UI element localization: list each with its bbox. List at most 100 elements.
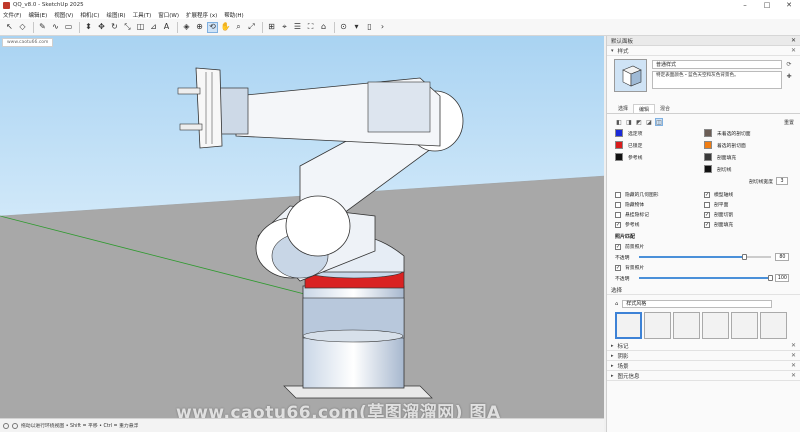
scale-icon[interactable]: ⤡ (122, 22, 133, 33)
zoom-icon[interactable]: ⌕ (233, 22, 244, 33)
background-opacity-slider[interactable] (639, 275, 774, 281)
layers-icon[interactable]: ☰ (292, 22, 303, 33)
zoom-extents-icon[interactable]: ⤢ (246, 22, 257, 33)
style-thumbnail[interactable] (731, 312, 758, 339)
checkbox[interactable]: ✓ (704, 221, 710, 228)
offset-icon[interactable]: ◫ (135, 22, 146, 33)
more-icon[interactable]: › (377, 22, 388, 33)
entity-info-section-header[interactable]: ▸ 图元信息 ✕ (607, 371, 800, 381)
checkbox[interactable] (615, 191, 621, 198)
minimize-icon[interactable]: – (734, 0, 756, 10)
tab-edit[interactable]: 编辑 (633, 104, 656, 113)
geo-location-icon[interactable] (12, 422, 18, 429)
orbit-icon[interactable]: ⊕ (194, 22, 205, 33)
close-icon[interactable]: ✕ (778, 0, 800, 10)
style-name-field[interactable]: 普通样式 (652, 60, 782, 69)
select-arrow-icon[interactable]: ↖ (4, 22, 15, 33)
face-settings-icon[interactable]: ◨ (625, 118, 633, 126)
rotate-icon[interactable]: ↻ (109, 22, 120, 33)
menu-help[interactable]: 帮助(H) (224, 11, 243, 19)
extension-icon[interactable]: ⊙ (338, 22, 349, 33)
close-icon[interactable]: ✕ (791, 352, 796, 359)
checkbox[interactable]: ✓ (704, 211, 710, 218)
style-thumbnail[interactable] (644, 312, 671, 339)
color-locked[interactable]: 已锁定 (615, 141, 704, 149)
foreground-opacity-value[interactable]: 80 (775, 253, 790, 261)
check-hidden-tags[interactable]: 悬挂隐标记 (615, 211, 704, 218)
checkbox[interactable]: ✓ (615, 243, 621, 250)
scenes-section-header[interactable]: ▸ 场景 ✕ (607, 361, 800, 371)
text-icon[interactable]: A (161, 22, 172, 33)
color-swatch[interactable] (615, 129, 623, 137)
color-active-section[interactable]: 着选的剖切面 (704, 141, 793, 149)
style-description-field[interactable]: 特定表面颜色・蓝色天空和灰色背景色。 (652, 71, 782, 89)
reset-button[interactable]: 重置 (784, 119, 794, 126)
pan-icon[interactable]: ✋ (220, 22, 231, 33)
model-viewport[interactable]: www.caotu66.com www.caotu66.com(草图溜溜网) 图… (0, 36, 604, 418)
menu-edit[interactable]: 编辑(E) (28, 11, 47, 19)
shadows-section-header[interactable]: ▸ 阴影 ✕ (607, 351, 800, 361)
color-guides[interactable]: 参考线 (615, 153, 704, 161)
background-opacity-value[interactable]: 100 (775, 274, 790, 282)
modeling-settings-icon[interactable]: ◫ (655, 118, 663, 126)
color-section-cuts[interactable]: 剖切线 (704, 165, 793, 173)
update-style-icon[interactable]: ⟳ (785, 60, 793, 68)
checkbox[interactable] (615, 211, 621, 218)
edge-settings-icon[interactable]: ◧ (615, 118, 623, 126)
color-swatch[interactable] (704, 129, 712, 137)
line-icon[interactable]: ✎ (37, 22, 48, 33)
paint-icon[interactable]: ◈ (181, 22, 192, 33)
background-settings-icon[interactable]: ◩ (635, 118, 643, 126)
styles-section-header[interactable]: ▾ 样式 ✕ (607, 46, 800, 56)
color-inactive-section[interactable]: 未着选的剖切面 (704, 129, 793, 137)
tab-select[interactable]: 选择 (613, 104, 633, 113)
style-thumbnail[interactable] (615, 312, 642, 339)
warehouse-icon[interactable]: ⌂ (318, 22, 329, 33)
color-selected[interactable]: 选定项 (615, 129, 704, 137)
color-swatch[interactable] (704, 141, 712, 149)
eraser-icon[interactable]: ◇ (17, 22, 28, 33)
color-swatch[interactable] (615, 141, 623, 149)
close-icon[interactable]: ✕ (791, 342, 796, 349)
rectangle-icon[interactable]: ▭ (63, 22, 74, 33)
move-icon[interactable]: ✥ (96, 22, 107, 33)
push-pull-icon[interactable]: ⬍ (83, 22, 94, 33)
checkbox[interactable]: ✓ (615, 264, 621, 271)
check-section-cuts[interactable]: ✓ 剖面切割 (704, 211, 793, 218)
watermark-settings-icon[interactable]: ◪ (645, 118, 653, 126)
close-icon[interactable]: ✕ (791, 47, 796, 54)
menu-camera[interactable]: 相机(C) (80, 11, 99, 19)
checkbox[interactable] (615, 201, 621, 208)
tab-mix[interactable]: 混合 (655, 104, 675, 113)
menu-window[interactable]: 窗口(W) (158, 11, 179, 19)
check-model-axes[interactable]: ✓ 模型轴线 (704, 191, 793, 198)
style-thumbnail[interactable] (760, 312, 787, 339)
color-section-fill[interactable]: 剖面填充 (704, 153, 793, 161)
background-photo-row[interactable]: ✓ 背景照片 (615, 264, 800, 271)
x-ray-icon[interactable]: ⌖ (279, 22, 290, 33)
menu-tools[interactable]: 工具(T) (133, 11, 152, 19)
checkbox[interactable]: ✓ (704, 191, 710, 198)
menu-draw[interactable]: 绘图(R) (106, 11, 125, 19)
check-hidden-objects[interactable]: 隐藏物体 (615, 201, 704, 208)
foreground-photo-row[interactable]: ✓ 前景照片 (615, 243, 800, 250)
tape-icon[interactable]: ⊿ (148, 22, 159, 33)
select-section-header[interactable]: 选择 (607, 285, 800, 295)
check-guides[interactable]: ✓ 参考线 (615, 221, 704, 228)
components-icon[interactable]: ⛶ (305, 22, 316, 33)
style-library-dropdown[interactable]: 样式风格 (622, 300, 773, 308)
color-swatch[interactable] (615, 153, 623, 161)
close-icon[interactable]: ✕ (791, 37, 796, 44)
checkbox[interactable] (704, 201, 710, 208)
info-icon[interactable] (3, 422, 9, 429)
menu-file[interactable]: 文件(F) (3, 11, 21, 19)
checkbox[interactable]: ✓ (615, 221, 621, 228)
close-icon[interactable]: ✕ (791, 372, 796, 379)
section-icon[interactable]: ⊞ (266, 22, 277, 33)
new-file-icon[interactable]: ▯ (364, 22, 375, 33)
tags-section-header[interactable]: ▸ 标记 ✕ (607, 341, 800, 351)
color-swatch[interactable] (704, 165, 712, 173)
freehand-icon[interactable]: ∿ (50, 22, 61, 33)
foreground-opacity-slider[interactable] (639, 254, 772, 260)
check-section-fill[interactable]: ✓ 剖面填充 (704, 221, 793, 228)
